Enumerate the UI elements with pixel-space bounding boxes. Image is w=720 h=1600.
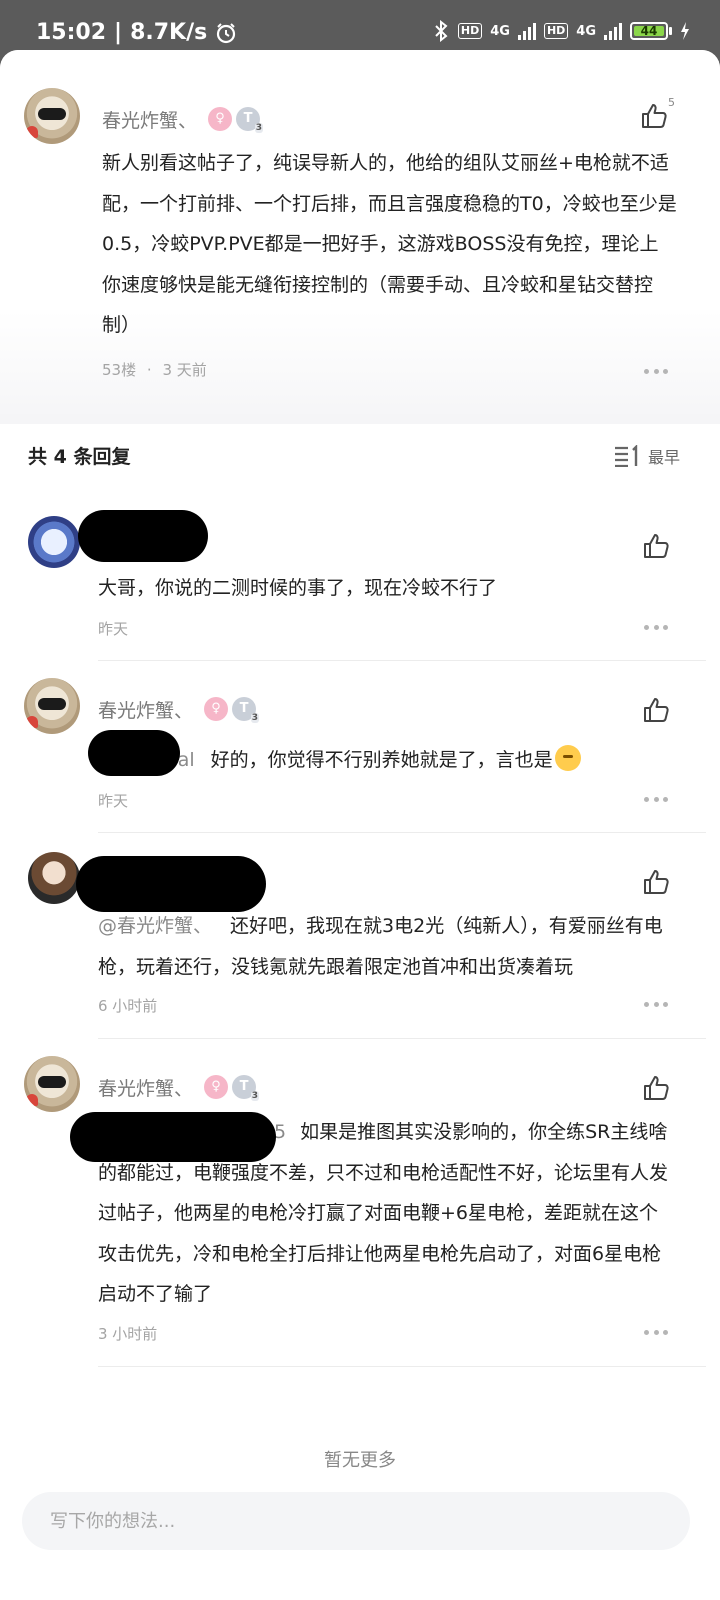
main-comment: 春光炸蟹、 ♀ T3 5 新人别看这帖子了，纯误导新人的，他给的组队艾丽丝+电枪… [0,50,720,422]
more-options-icon[interactable] [644,1330,668,1336]
avatar[interactable] [24,678,80,734]
sort-button[interactable]: 最早 [614,444,680,468]
username[interactable]: 春光炸蟹、 [102,106,197,133]
smirk-emoji-icon [554,745,581,771]
more-options-icon[interactable] [644,797,668,803]
redaction-mark [78,510,208,562]
floor-number: 53楼 [102,361,137,379]
charging-icon [681,22,689,40]
more-options-icon[interactable] [644,369,668,375]
like-icon[interactable] [642,532,670,560]
avatar[interactable] [28,852,80,904]
reply-text: 大哥，你说的二测时候的事了，现在冷蛟不行了 [98,577,498,599]
net-type-1: 4G [490,23,510,39]
comment-meta: 53楼 · 3 天前 [102,361,207,379]
like-icon[interactable] [642,1074,670,1102]
comment-text: 新人别看这帖子了，纯误导新人的，他给的组队艾丽丝+电枪就不适 配，一个打前排、一… [102,152,677,336]
redaction-mark [70,1112,276,1162]
reply-time: 3 小时前 [98,1325,158,1343]
divider [98,832,706,833]
divider [98,1038,706,1039]
username[interactable]: 春光炸蟹、 [98,696,193,723]
divider [98,660,706,661]
like-icon[interactable] [642,868,670,896]
divider [98,1366,706,1367]
replies-count-title: 共 4 条回复 [28,446,131,468]
section-divider [0,414,720,424]
net-type-2: 4G [576,23,596,39]
comment-time: 3 天前 [162,361,207,379]
sort-label: 最早 [647,448,680,467]
alarm-icon [217,22,236,43]
reply-time: 昨天 [98,792,129,810]
hd-badge-1: HD [457,23,483,39]
level-badge-icon: ♀ [208,107,232,131]
level-badge-icon: ♀ [204,697,228,721]
status-time: 15:02 [36,20,107,45]
reply-text: @春光炸蟹、 还好吧，我现在就3电2光（纯新人），有爱丽丝有电 枪，玩着还行，没钱… [98,915,663,978]
avatar[interactable] [28,516,80,568]
reply-time: 6 小时前 [98,997,158,1015]
comment-input[interactable] [22,1492,690,1550]
comment-input-bar [0,1468,720,1600]
like-icon[interactable] [640,102,668,130]
avatar[interactable] [24,1056,80,1112]
avatar[interactable] [24,88,80,144]
bluetooth-icon [435,20,448,42]
like-count: 5 [668,96,675,109]
more-options-icon[interactable] [644,1002,668,1008]
redaction-mark [88,730,180,776]
comment-sheet: 春光炸蟹、 ♀ T3 5 新人别看这帖子了，纯误导新人的，他给的组队艾丽丝+电枪… [0,50,720,1600]
signal-icon-2 [604,22,622,40]
title-badge-icon: T3 [232,697,259,723]
battery-icon: 44 [630,22,672,40]
reply-time: 昨天 [98,620,129,638]
sort-icon [614,445,638,467]
more-options-icon[interactable] [644,625,668,631]
username[interactable]: 春光炸蟹、 [98,1074,193,1101]
like-icon[interactable] [642,696,670,724]
signal-icon-1 [517,22,536,40]
level-badge-icon: ♀ [204,1075,228,1099]
mention-link[interactable]: @春光炸蟹、 [98,915,212,937]
hd-badge-2: HD [543,23,569,39]
title-badge-icon: T3 [232,1075,259,1101]
title-badge-icon: T3 [236,107,263,133]
battery-level: 44 [634,25,664,37]
network-speed: 8.7K/s [130,20,208,45]
redaction-mark [76,856,266,912]
